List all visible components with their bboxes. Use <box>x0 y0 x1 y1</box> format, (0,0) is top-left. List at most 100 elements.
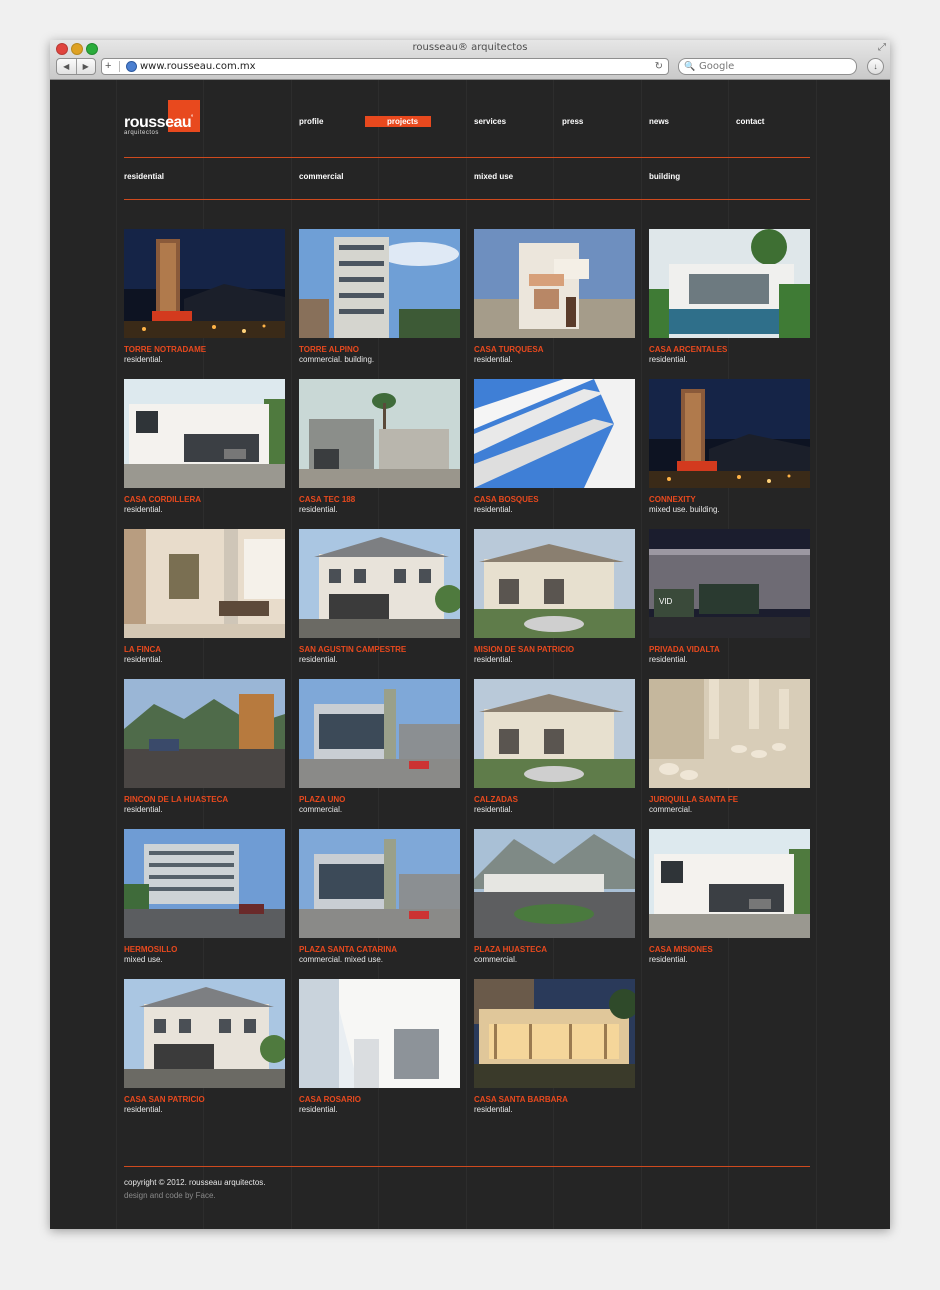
project-photo <box>124 229 285 338</box>
filter-commercial[interactable]: commercial <box>299 172 343 181</box>
project-card-casa-arcentales[interactable]: CASA ARCENTALES residential. <box>649 229 810 365</box>
fullscreen-icon[interactable]: ⤢ <box>878 42 886 53</box>
project-thumbnail[interactable] <box>649 229 810 338</box>
nav-profile[interactable]: profile <box>299 116 323 127</box>
project-card-calzadas[interactable]: CALZADAS residential. <box>474 679 635 815</box>
project-title[interactable]: MISION DE SAN PATRICIO <box>474 645 635 655</box>
project-type: mixed use. building. <box>649 505 720 514</box>
project-thumbnail[interactable] <box>474 379 635 488</box>
project-card-torre-alpino[interactable]: TORRE ALPINO commercial. building. <box>299 229 460 365</box>
project-card-casa-san-patricio[interactable]: CASA SAN PATRICIO residential. <box>124 979 285 1115</box>
project-card-plaza-huasteca[interactable]: PLAZA HUASTECA commercial. <box>474 829 635 965</box>
project-thumbnail[interactable] <box>474 529 635 638</box>
project-title[interactable]: CASA SAN PATRICIO <box>124 1095 285 1105</box>
project-photo <box>124 679 285 788</box>
url-text[interactable]: www.rousseau.com.mx <box>140 59 256 74</box>
project-card-casa-misiones[interactable]: CASA MISIONES residential. <box>649 829 810 965</box>
project-thumbnail[interactable] <box>299 979 460 1088</box>
project-type: residential. <box>124 805 163 814</box>
project-title[interactable]: CASA TEC 188 <box>299 495 460 505</box>
project-card-casa-cordillera[interactable]: CASA CORDILLERA residential. <box>124 379 285 515</box>
project-card-casa-tec-188[interactable]: CASA TEC 188 residential. <box>299 379 460 515</box>
project-card-hermosillo[interactable]: HERMOSILLO mixed use. <box>124 829 285 965</box>
project-type: commercial. <box>649 805 693 814</box>
project-card-casa-santa-barbara[interactable]: CASA SANTA BARBARA residential. <box>474 979 635 1115</box>
filter-building[interactable]: building <box>649 172 680 181</box>
project-thumbnail[interactable] <box>649 679 810 788</box>
project-thumbnail[interactable] <box>299 679 460 788</box>
project-title[interactable]: CASA CORDILLERA <box>124 495 285 505</box>
project-title[interactable]: RINCON DE LA HUASTECA <box>124 795 285 805</box>
project-card-torre-notradame[interactable]: TORRE NOTRADAME residential. <box>124 229 285 365</box>
nav-projects[interactable]: projects <box>365 116 431 127</box>
project-title[interactable]: JURIQUILLA SANTA FE <box>649 795 810 805</box>
project-photo <box>299 979 460 1088</box>
project-thumbnail[interactable] <box>299 829 460 938</box>
project-photo <box>649 679 810 788</box>
project-card-mision-de-san-patricio[interactable]: MISION DE SAN PATRICIO residential. <box>474 529 635 665</box>
project-card-la-finca[interactable]: LA FINCA residential. <box>124 529 285 665</box>
nav-services[interactable]: services <box>474 116 506 127</box>
project-title[interactable]: PLAZA SANTA CATARINA <box>299 945 460 955</box>
nav-news[interactable]: news <box>649 116 669 127</box>
project-card-casa-bosques[interactable]: CASA BOSQUES residential. <box>474 379 635 515</box>
project-title[interactable]: TORRE ALPINO <box>299 345 460 355</box>
project-card-plaza-santa-catarina[interactable]: PLAZA SANTA CATARINA commercial. mixed us… <box>299 829 460 965</box>
project-title[interactable]: SAN AGUSTIN CAMPESTRE <box>299 645 460 655</box>
project-card-juriquilla-santa-fe[interactable]: JURIQUILLA SANTA FE commercial. <box>649 679 810 815</box>
nav-contact[interactable]: contact <box>736 116 764 127</box>
project-title[interactable]: CALZADAS <box>474 795 635 805</box>
project-thumbnail[interactable] <box>299 379 460 488</box>
project-thumbnail[interactable] <box>124 529 285 638</box>
project-title[interactable]: CASA MISIONES <box>649 945 810 955</box>
project-thumbnail[interactable] <box>474 679 635 788</box>
project-type: commercial. building. <box>299 355 375 364</box>
project-title[interactable]: CONNEXITY <box>649 495 810 505</box>
project-thumbnail[interactable] <box>474 829 635 938</box>
project-title[interactable]: CASA BOSQUES <box>474 495 635 505</box>
project-title[interactable]: CASA SANTA BARBARA <box>474 1095 635 1105</box>
project-card-connexity[interactable]: CONNEXITY mixed use. building. <box>649 379 810 515</box>
project-title[interactable]: HERMOSILLO <box>124 945 285 955</box>
project-title[interactable]: PLAZA HUASTECA <box>474 945 635 955</box>
project-card-plaza-uno[interactable]: PLAZA UNO commercial. <box>299 679 460 815</box>
project-thumbnail[interactable] <box>299 229 460 338</box>
project-title[interactable]: CASA ROSARIO <box>299 1095 460 1105</box>
project-thumbnail[interactable] <box>474 229 635 338</box>
project-thumbnail[interactable] <box>124 829 285 938</box>
project-thumbnail[interactable] <box>124 979 285 1088</box>
project-thumbnail[interactable]: VID <box>649 529 810 638</box>
back-arrow-icon[interactable]: ◀ <box>57 59 77 74</box>
project-thumbnail[interactable] <box>299 529 460 638</box>
add-bookmark-icon[interactable]: + <box>105 59 111 73</box>
nav-press[interactable]: press <box>562 116 583 127</box>
project-thumbnail[interactable] <box>474 979 635 1088</box>
reload-icon[interactable]: ↻ <box>655 59 663 74</box>
search-input[interactable]: 🔍 Google <box>678 58 857 75</box>
project-title[interactable]: PLAZA UNO <box>299 795 460 805</box>
address-bar[interactable]: + www.rousseau.com.mx ↻ <box>101 58 669 75</box>
credit-link[interactable]: design and code by Face. <box>124 1191 216 1200</box>
project-photo <box>474 829 635 938</box>
project-thumbnail[interactable] <box>124 379 285 488</box>
project-card-casa-rosario[interactable]: CASA ROSARIO residential. <box>299 979 460 1115</box>
filter-residential[interactable]: residential <box>124 172 164 181</box>
project-photo <box>649 379 810 488</box>
project-title[interactable]: CASA ARCENTALES <box>649 345 810 355</box>
project-title[interactable]: LA FINCA <box>124 645 285 655</box>
project-thumbnail[interactable] <box>124 229 285 338</box>
project-title[interactable]: PRIVADA VIDALTA <box>649 645 810 655</box>
project-card-casa-turquesa[interactable]: CASA TURQUESA residential. <box>474 229 635 365</box>
project-thumbnail[interactable] <box>649 829 810 938</box>
project-card-rincon-de-la-huasteca[interactable]: RINCON DE LA HUASTECA residential. <box>124 679 285 815</box>
project-thumbnail[interactable] <box>649 379 810 488</box>
forward-arrow-icon[interactable]: ▶ <box>77 59 96 74</box>
project-photo <box>649 229 810 338</box>
project-title[interactable]: TORRE NOTRADAME <box>124 345 285 355</box>
project-card-san-agustin-campestre[interactable]: SAN AGUSTIN CAMPESTRE residential. <box>299 529 460 665</box>
downloads-icon[interactable]: ↓ <box>867 58 884 75</box>
project-card-privada-vidalta[interactable]: VID PRIVADA VIDALTA residential. <box>649 529 810 665</box>
filter-mixed-use[interactable]: mixed use <box>474 172 513 181</box>
project-title[interactable]: CASA TURQUESA <box>474 345 635 355</box>
project-thumbnail[interactable] <box>124 679 285 788</box>
